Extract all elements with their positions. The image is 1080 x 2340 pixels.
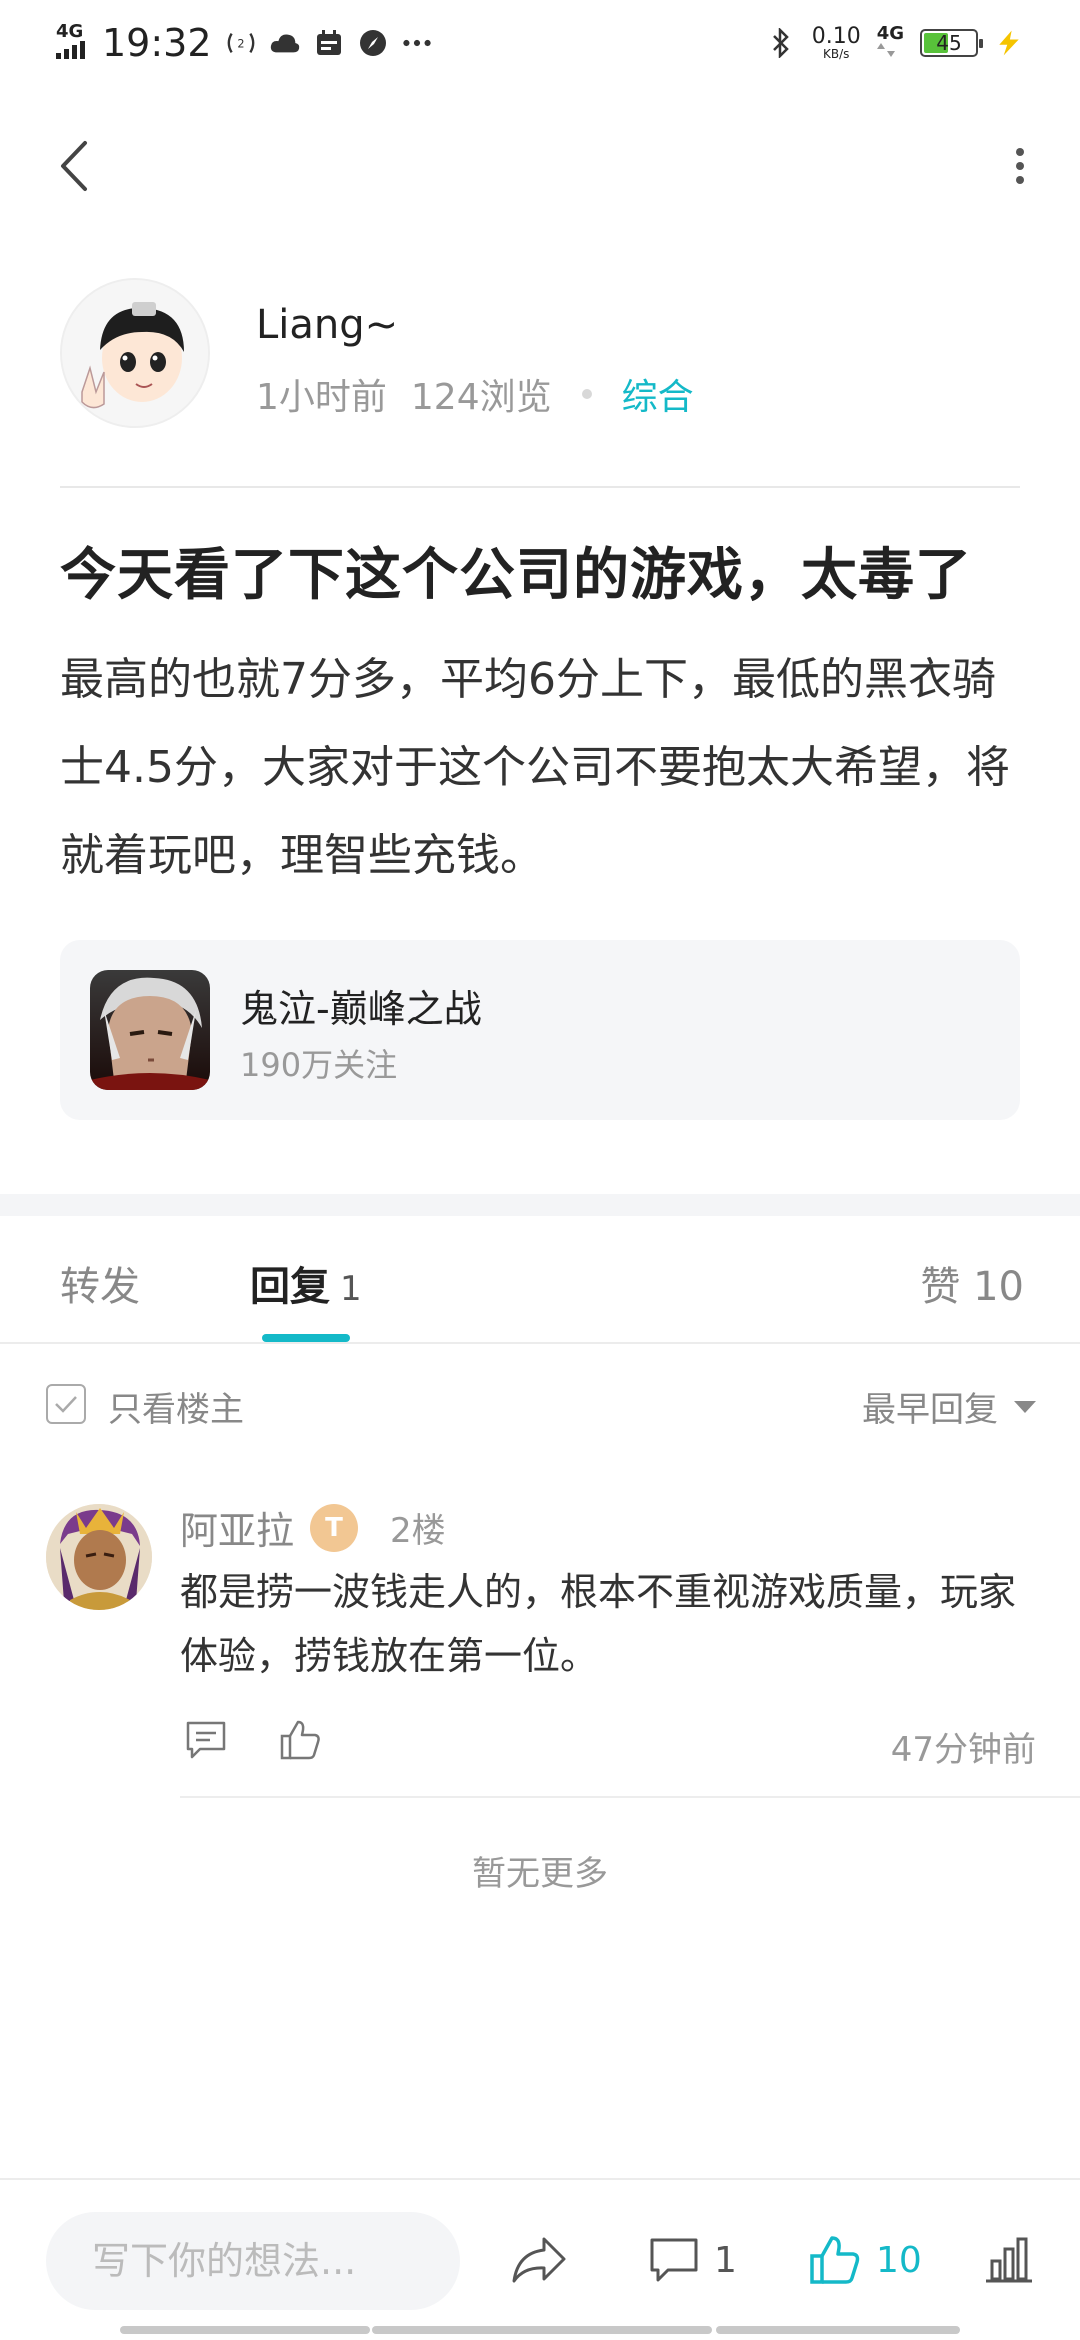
user-level-badge: T <box>310 1503 359 1552</box>
tab-reply[interactable]: 回复 1 <box>250 1254 362 1312</box>
author-name[interactable]: Liang~ <box>256 302 398 348</box>
top-nav <box>0 130 1080 200</box>
charging-icon <box>994 28 1024 58</box>
tab-reply-count: 1 <box>340 1269 362 1309</box>
bluetooth-icon <box>766 28 796 58</box>
game-name: 鬼泣-巅峰之战 <box>240 987 482 1031</box>
bottom-action-bar: 1 10 <box>0 2178 1080 2340</box>
calendar-icon <box>314 28 344 58</box>
share-button[interactable] <box>510 2220 568 2300</box>
more-options-button[interactable] <box>1000 136 1040 196</box>
battery-level: 45 <box>936 31 962 55</box>
speed-unit: KB/s <box>822 47 850 61</box>
reply-time: 47分钟前 <box>890 1730 1036 1770</box>
signal-icon-2: 4G <box>876 23 904 61</box>
post-meta: 1小时前 124浏览 综合 <box>256 368 694 420</box>
floor-number: 2楼 <box>390 1511 446 1551</box>
post-category[interactable]: 综合 <box>622 368 694 420</box>
more-vertical-icon <box>1016 148 1024 184</box>
section-divider <box>0 1194 1080 1216</box>
comment-bubble-icon <box>650 2238 698 2282</box>
network-type: 4G <box>56 21 84 42</box>
share-icon <box>512 2237 566 2283</box>
divider <box>60 486 1020 488</box>
reply-avatar[interactable] <box>46 1504 152 1610</box>
reply-item: 阿亚拉 T 2楼 都是捞一波钱走人的，根本不重视游戏质量，玩家体验，捞钱放在第一… <box>46 1500 1036 1800</box>
post-title: 今天看了下这个公司的游戏，太毒了 <box>60 543 972 608</box>
interaction-tabs: 转发 回复 1 赞 10 <box>0 1216 1080 1342</box>
reply-comment-button[interactable] <box>180 1714 232 1766</box>
comment-input[interactable] <box>46 2212 460 2310</box>
thumbs-up-icon <box>280 1720 320 1760</box>
divider <box>0 1342 1080 1344</box>
battery-icon: 45 <box>920 29 983 57</box>
hotspot-icon: 2 <box>226 28 256 58</box>
signal-icon: 4G <box>56 23 88 63</box>
post-views: 124浏览 <box>410 377 552 418</box>
nav-gesture-bar <box>120 2326 370 2334</box>
compass-icon <box>358 28 388 58</box>
reply-text: 都是捞一波钱走人的，根本不重视游戏质量，玩家体验，捞钱放在第一位。 <box>180 1570 1017 1678</box>
meta-separator-dot <box>581 389 592 399</box>
post-time: 1小时前 <box>256 377 387 418</box>
post-body: 最高的也就7分多，平均6分上下，最低的黑衣骑士4.5分，大家对于这个公司不要抱太… <box>60 654 1010 881</box>
status-time: 19:32 <box>102 21 212 65</box>
active-tab-indicator <box>262 1334 350 1342</box>
reply-header: 阿亚拉 T 2楼 <box>180 1500 446 1555</box>
comment-button[interactable]: 1 <box>648 2220 737 2300</box>
tab-reply-label: 回复 <box>250 1264 330 1310</box>
cloud-icon <box>270 28 300 58</box>
like-count: 10 <box>876 2239 922 2281</box>
no-more-label: 暂无更多 <box>472 1854 608 1894</box>
only-op-checkbox[interactable] <box>46 1384 86 1424</box>
only-op-label[interactable]: 只看楼主 <box>108 1382 244 1431</box>
back-arrow-icon <box>61 141 87 191</box>
caret-down-icon <box>1014 1400 1036 1413</box>
back-button[interactable] <box>44 136 104 196</box>
status-bar: 4G 19:32 2 0.10 KB/s 4G 45 <box>0 0 1080 86</box>
game-followers: 190万关注 <box>240 1046 398 1084</box>
more-notifications-icon <box>402 28 432 58</box>
network-speed: 0.10 KB/s <box>811 24 861 61</box>
like-button[interactable]: 10 <box>808 2220 922 2300</box>
reply-username[interactable]: 阿亚拉 <box>180 1500 294 1555</box>
stats-button[interactable] <box>984 2220 1034 2300</box>
thumbs-up-icon <box>810 2236 860 2284</box>
author-avatar[interactable] <box>60 278 210 428</box>
check-icon <box>55 1396 77 1413</box>
sort-dropdown[interactable]: 最早回复 <box>862 1382 1036 1431</box>
sort-label: 最早回复 <box>862 1390 998 1430</box>
divider <box>180 1796 1080 1798</box>
author-header: Liang~ 1小时前 124浏览 综合 <box>60 278 1020 428</box>
comment-count: 1 <box>714 2239 737 2281</box>
reply-like-button[interactable] <box>274 1714 326 1766</box>
game-card[interactable]: 鬼泣-巅峰之战 190万关注 <box>60 940 1020 1120</box>
tab-like[interactable]: 赞 10 <box>920 1254 1024 1312</box>
bar-chart-icon <box>986 2237 1032 2283</box>
nav-gesture-bar <box>372 2326 712 2334</box>
nav-gesture-bar <box>716 2326 960 2334</box>
comment-icon <box>186 1721 226 1759</box>
speed-value: 0.10 <box>811 24 861 49</box>
svg-text:2: 2 <box>237 38 244 51</box>
reply-filter-row: 只看楼主 最早回复 <box>46 1376 1036 1432</box>
reply-actions: 47分钟前 <box>180 1710 1036 1770</box>
network-type-2: 4G <box>876 23 904 44</box>
tab-forward[interactable]: 转发 <box>60 1254 140 1312</box>
game-icon <box>90 970 210 1090</box>
